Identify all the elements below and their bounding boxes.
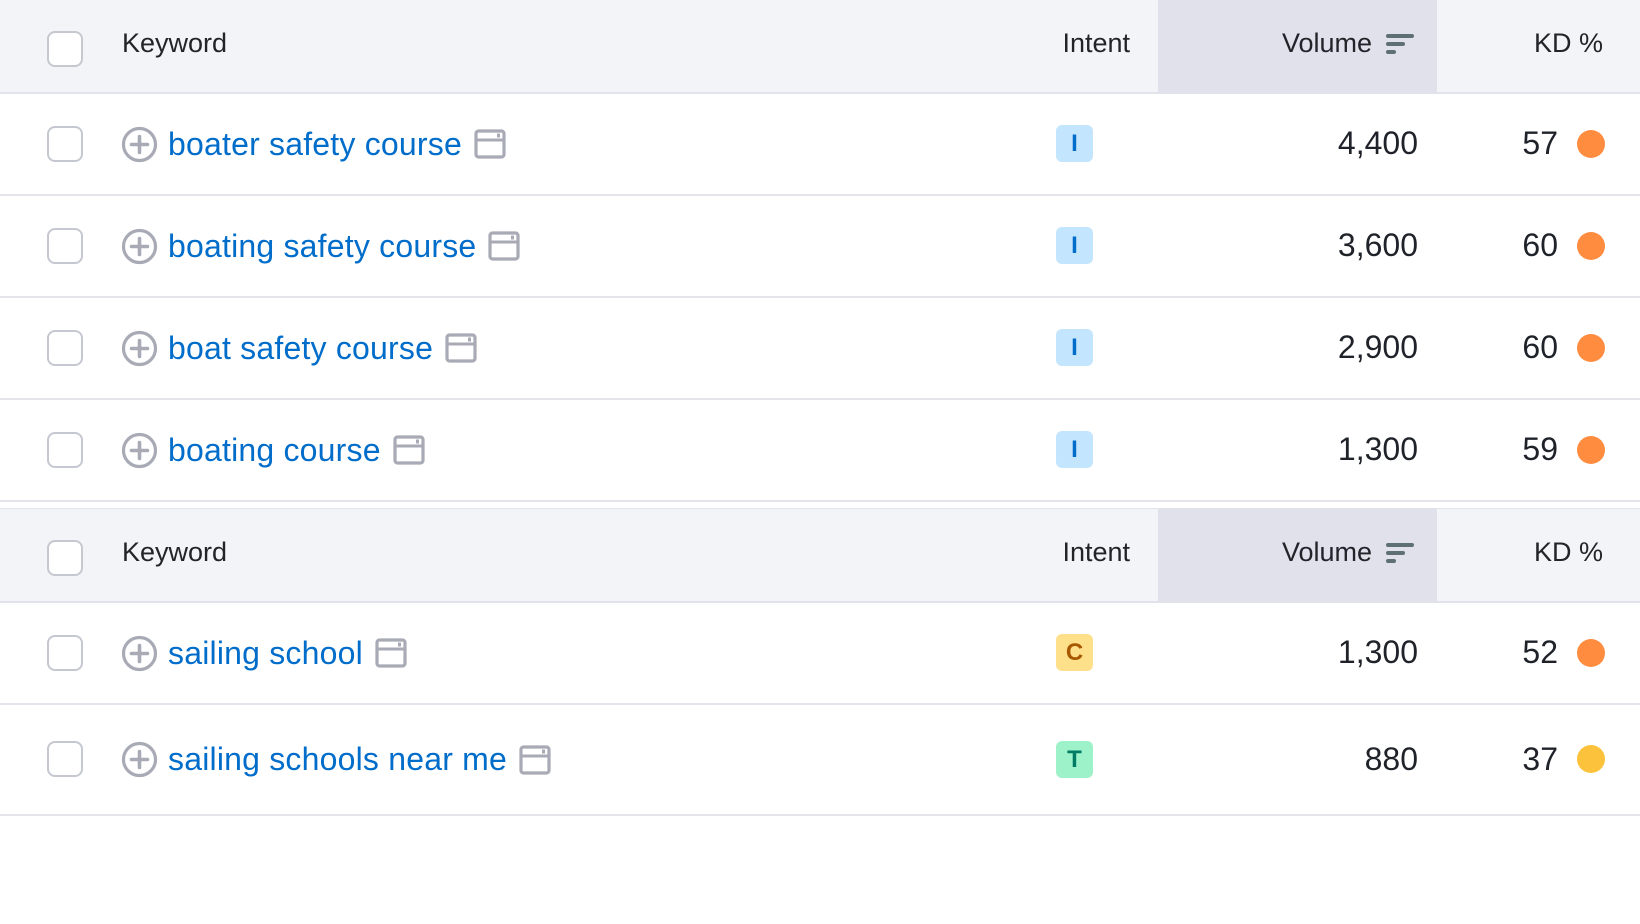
row-checkbox[interactable]	[47, 330, 83, 366]
intent-badge-transactional[interactable]: T	[1056, 741, 1093, 778]
row-checkbox[interactable]	[47, 635, 83, 671]
serp-page-icon[interactable]	[375, 638, 407, 668]
kd-difficulty-dot-icon	[1577, 130, 1605, 158]
column-header-keyword[interactable]: Keyword	[122, 537, 227, 568]
table-row: sailing school C 1,300 52	[0, 603, 1640, 705]
keyword-cell: boating safety course	[121, 196, 520, 296]
keyword-link[interactable]: boat safety course	[168, 330, 433, 367]
keyword-link[interactable]: boating safety course	[168, 228, 476, 265]
keyword-link[interactable]: boating course	[168, 432, 381, 469]
kd-value: 60	[1522, 329, 1558, 365]
volume-value: 1,300	[1337, 634, 1418, 670]
keyword-cell: boater safety course	[121, 94, 506, 194]
intent-badge-commercial[interactable]: C	[1056, 634, 1093, 671]
kd-difficulty-dot-icon	[1577, 639, 1605, 667]
keyword-cell: sailing schools near me	[121, 705, 551, 814]
volume-value: 880	[1364, 741, 1418, 777]
serp-page-icon[interactable]	[393, 435, 425, 465]
keyword-link[interactable]: sailing schools near me	[168, 741, 507, 778]
column-header-keyword[interactable]: Keyword	[122, 28, 227, 59]
add-to-list-plus-circle-icon[interactable]	[121, 126, 158, 163]
volume-value: 3,600	[1337, 227, 1418, 263]
kd-value: 60	[1522, 227, 1558, 263]
keyword-cell: boat safety course	[121, 298, 477, 398]
keyword-cell: sailing school	[121, 603, 407, 703]
kd-value: 52	[1522, 634, 1558, 670]
add-to-list-plus-circle-icon[interactable]	[121, 432, 158, 469]
kd-value: 59	[1522, 431, 1558, 467]
kd-difficulty-dot-icon	[1577, 334, 1605, 362]
keyword-table-1: Keyword Intent Volume KD % boater safety…	[0, 0, 1640, 502]
volume-value: 1,300	[1337, 431, 1418, 467]
column-header-volume[interactable]: Volume	[1282, 537, 1372, 568]
column-header-kd[interactable]: KD %	[1534, 28, 1603, 59]
kd-difficulty-dot-icon	[1577, 232, 1605, 260]
kd-difficulty-dot-icon	[1577, 436, 1605, 464]
intent-badge-informational[interactable]: I	[1056, 329, 1093, 366]
row-checkbox[interactable]	[47, 741, 83, 777]
table-body: boater safety course I 4,400 57 boating …	[0, 94, 1640, 502]
table-header: Keyword Intent Volume KD %	[0, 0, 1640, 94]
select-all-checkbox[interactable]	[47, 31, 83, 67]
table-row: boating course I 1,300 59	[0, 400, 1640, 502]
row-checkbox[interactable]	[47, 228, 83, 264]
kd-value: 37	[1522, 741, 1558, 777]
column-header-intent[interactable]: Intent	[1062, 537, 1130, 568]
table-row: boat safety course I 2,900 60	[0, 298, 1640, 400]
keyword-link[interactable]: boater safety course	[168, 126, 462, 163]
serp-page-icon[interactable]	[519, 744, 551, 775]
table-row: sailing schools near me T 880 37	[0, 705, 1640, 816]
column-header-volume[interactable]: Volume	[1282, 28, 1372, 59]
serp-page-icon[interactable]	[445, 333, 477, 363]
keyword-table-2: Keyword Intent Volume KD % sailing schoo…	[0, 508, 1640, 816]
serp-page-icon[interactable]	[474, 129, 506, 159]
select-all-checkbox[interactable]	[47, 540, 83, 576]
intent-badge-informational[interactable]: I	[1056, 431, 1093, 468]
add-to-list-plus-circle-icon[interactable]	[121, 228, 158, 265]
sort-descending-icon[interactable]	[1386, 32, 1414, 56]
intent-badge-informational[interactable]: I	[1056, 227, 1093, 264]
add-to-list-plus-circle-icon[interactable]	[121, 635, 158, 672]
add-to-list-plus-circle-icon[interactable]	[121, 330, 158, 367]
table-body: sailing school C 1,300 52 sailing school…	[0, 603, 1640, 816]
table-row: boating safety course I 3,600 60	[0, 196, 1640, 298]
volume-value: 2,900	[1337, 329, 1418, 365]
keyword-cell: boating course	[121, 400, 425, 500]
keyword-link[interactable]: sailing school	[168, 635, 363, 672]
table-header: Keyword Intent Volume KD %	[0, 509, 1640, 603]
table-row: boater safety course I 4,400 57	[0, 94, 1640, 196]
sort-descending-icon[interactable]	[1386, 541, 1414, 565]
add-to-list-plus-circle-icon[interactable]	[121, 741, 158, 778]
column-header-intent[interactable]: Intent	[1062, 28, 1130, 59]
intent-badge-informational[interactable]: I	[1056, 125, 1093, 162]
row-checkbox[interactable]	[47, 432, 83, 468]
column-header-kd[interactable]: KD %	[1534, 537, 1603, 568]
row-checkbox[interactable]	[47, 126, 83, 162]
kd-difficulty-dot-icon	[1577, 745, 1605, 773]
kd-value: 57	[1522, 125, 1558, 161]
volume-value: 4,400	[1337, 125, 1418, 161]
serp-page-icon[interactable]	[488, 231, 520, 261]
